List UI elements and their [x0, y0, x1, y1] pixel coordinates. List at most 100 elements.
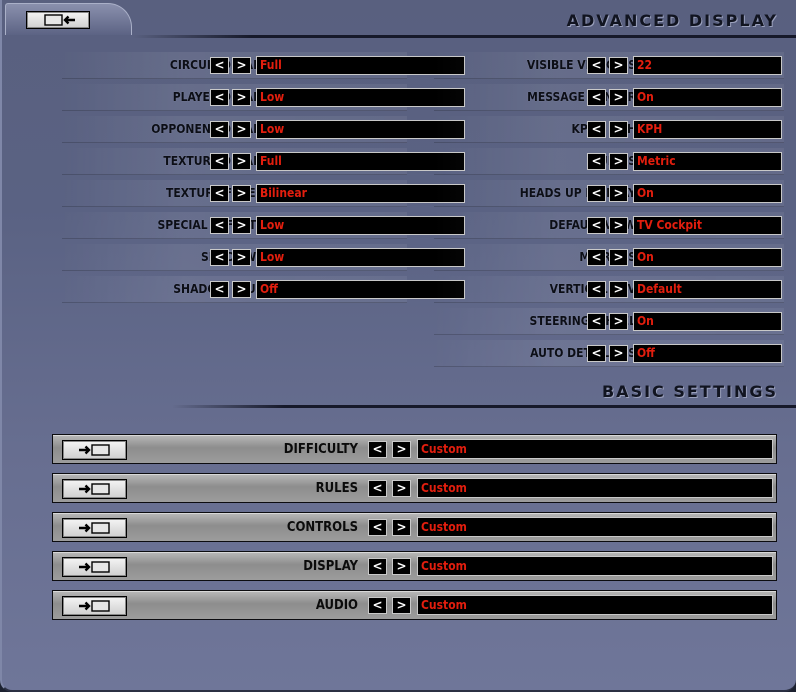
- setting-value[interactable]: On: [633, 248, 782, 267]
- basic-setting-audio: AUDIO < > Custom: [52, 590, 777, 620]
- setting-value[interactable]: TV Cockpit: [633, 216, 782, 235]
- basic-setting-display: DISPLAY < > Custom: [52, 551, 777, 581]
- left-arrow-icon[interactable]: <: [368, 558, 387, 575]
- right-arrow-icon[interactable]: >: [609, 249, 628, 266]
- arrow-into-screen-icon: [78, 444, 110, 456]
- right-arrow-icon[interactable]: >: [609, 89, 628, 106]
- left-arrow-icon[interactable]: <: [587, 249, 606, 266]
- left-arrow-icon[interactable]: <: [587, 89, 606, 106]
- setting-row-texture-filter: TEXTURE FILTER<>Bilinear: [62, 179, 465, 207]
- right-arrow-icon[interactable]: >: [392, 597, 411, 614]
- back-button[interactable]: [26, 11, 90, 29]
- left-arrow-icon[interactable]: <: [587, 345, 606, 362]
- basic-setting-value[interactable]: Custom: [417, 595, 773, 615]
- open-audio-button[interactable]: [62, 596, 127, 616]
- right-arrow-icon[interactable]: >: [609, 57, 628, 74]
- right-arrow-icon[interactable]: >: [609, 153, 628, 170]
- right-arrow-icon[interactable]: >: [392, 441, 411, 458]
- right-arrow-icon[interactable]: >: [609, 121, 628, 138]
- setting-row-texture-detail: TEXTURE DETAIL<>Full: [62, 147, 465, 175]
- basic-setting-label: RULES: [315, 481, 358, 496]
- setting-row-visible-vehicles: VISIBLE VEHICLES < >22: [434, 51, 784, 79]
- setting-value[interactable]: On: [633, 184, 782, 203]
- setting-row-default-view: DEFAULT VIEW<>TV Cockpit: [434, 211, 784, 239]
- right-arrow-icon[interactable]: >: [232, 217, 251, 234]
- left-arrow-icon[interactable]: <: [210, 185, 229, 202]
- basic-setting-value[interactable]: Custom: [417, 517, 773, 537]
- arrow-into-screen-icon: [78, 522, 110, 534]
- left-arrow-icon[interactable]: <: [210, 249, 229, 266]
- left-arrow-icon[interactable]: <: [210, 89, 229, 106]
- left-arrow-icon[interactable]: <: [210, 281, 229, 298]
- basic-setting-rules: RULES < > Custom: [52, 473, 777, 503]
- right-arrow-icon[interactable]: >: [232, 249, 251, 266]
- setting-row-player-detail: PLAYER DETAIL<>Low: [62, 83, 465, 111]
- setting-row-shadows: SHADOWS<>Low: [62, 243, 465, 271]
- basic-settings-title: BASIC SETTINGS: [601, 382, 778, 401]
- setting-value[interactable]: 22: [633, 56, 782, 75]
- left-arrow-icon[interactable]: <: [210, 57, 229, 74]
- basic-settings-divider: [172, 405, 796, 408]
- right-arrow-icon[interactable]: >: [392, 519, 411, 536]
- right-arrow-icon[interactable]: >: [232, 89, 251, 106]
- right-arrow-icon[interactable]: >: [232, 281, 251, 298]
- setting-row-special-effects: SPECIAL EFFECTS<>Low: [62, 211, 465, 239]
- setting-row-vertical-fov: VERTICAL FOV<>Default: [434, 275, 784, 303]
- left-arrow-icon[interactable]: <: [368, 480, 387, 497]
- setting-row-circuit-detail: CIRCUIT DETAIL<>Full: [62, 51, 465, 79]
- right-arrow-icon[interactable]: >: [609, 345, 628, 362]
- right-arrow-icon[interactable]: >: [232, 57, 251, 74]
- left-arrow-icon[interactable]: <: [368, 519, 387, 536]
- setting-row-units: UNITS<>Metric: [434, 147, 784, 175]
- basic-setting-value[interactable]: Custom: [417, 478, 773, 498]
- left-arrow-icon[interactable]: <: [587, 121, 606, 138]
- setting-row-steering-wheel: STEERING WHEEL < > On: [434, 307, 784, 335]
- right-arrow-icon[interactable]: >: [232, 185, 251, 202]
- left-arrow-icon[interactable]: <: [368, 441, 387, 458]
- setting-value[interactable]: On: [633, 312, 782, 331]
- left-arrow-icon[interactable]: <: [587, 313, 606, 330]
- right-arrow-icon[interactable]: >: [392, 480, 411, 497]
- back-tab: [5, 3, 132, 35]
- right-arrow-icon[interactable]: >: [609, 313, 628, 330]
- advanced-display-panel: ADVANCED DISPLAY CIRCUIT DETAIL<>Full PLA…: [0, 0, 796, 692]
- arrow-into-screen-icon: [78, 483, 110, 495]
- setting-row-message-center: MESSAGE CENTER < > On: [434, 83, 784, 111]
- basic-setting-difficulty: DIFFICULTY < > Custom: [52, 434, 777, 464]
- basic-setting-value[interactable]: Custom: [417, 556, 773, 576]
- right-arrow-icon[interactable]: >: [609, 185, 628, 202]
- open-difficulty-button[interactable]: [62, 440, 127, 460]
- right-arrow-icon[interactable]: >: [232, 153, 251, 170]
- right-arrow-icon[interactable]: >: [609, 281, 628, 298]
- right-arrow-icon[interactable]: >: [392, 558, 411, 575]
- right-arrow-icon[interactable]: >: [609, 217, 628, 234]
- left-arrow-icon[interactable]: <: [368, 597, 387, 614]
- setting-row-auto-detail-fps: AUTO DETAIL FPS < > Off: [434, 339, 784, 367]
- arrow-into-screen-icon: [78, 600, 110, 612]
- left-arrow-icon[interactable]: <: [587, 57, 606, 74]
- setting-row-kph-mph: KPH / MPH<>KPH: [434, 115, 784, 143]
- left-arrow-icon[interactable]: <: [210, 153, 229, 170]
- left-arrow-icon[interactable]: <: [587, 185, 606, 202]
- setting-row-mirrors: MIRRORS < > On: [434, 243, 784, 271]
- back-arrow-to-screen-icon: [44, 14, 75, 26]
- left-arrow-icon[interactable]: <: [587, 153, 606, 170]
- setting-value[interactable]: KPH: [633, 120, 782, 139]
- setting-value[interactable]: Metric: [633, 152, 782, 171]
- left-arrow-icon[interactable]: <: [210, 217, 229, 234]
- open-controls-button[interactable]: [62, 518, 127, 538]
- basic-setting-value[interactable]: Custom: [417, 439, 773, 459]
- basic-setting-label: AUDIO: [315, 598, 358, 613]
- setting-value[interactable]: Off: [633, 344, 782, 363]
- left-arrow-icon[interactable]: <: [210, 121, 229, 138]
- right-arrow-icon[interactable]: >: [232, 121, 251, 138]
- left-arrow-icon[interactable]: <: [587, 281, 606, 298]
- setting-row-heads-up-display: HEADS UP DISPLAY < > On: [434, 179, 784, 207]
- left-arrow-icon[interactable]: <: [587, 217, 606, 234]
- setting-value[interactable]: Default: [633, 280, 782, 299]
- advanced-display-title: ADVANCED DISPLAY: [566, 11, 778, 30]
- setting-row-shadow-blur: SHADOW BLUR<>Off: [62, 275, 465, 303]
- open-display-button[interactable]: [62, 557, 127, 577]
- setting-value[interactable]: On: [633, 88, 782, 107]
- open-rules-button[interactable]: [62, 479, 127, 499]
